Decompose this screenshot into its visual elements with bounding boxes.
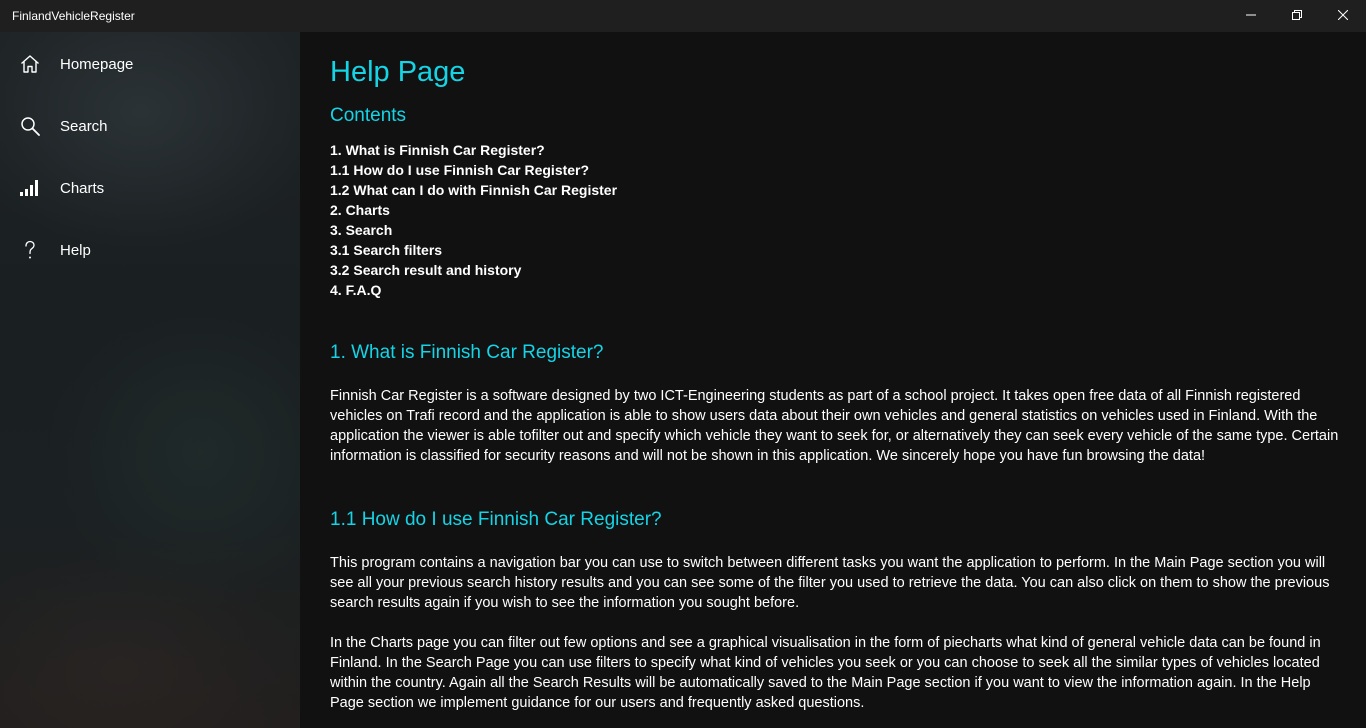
window-title: FinlandVehicleRegister: [12, 9, 135, 23]
toc-item: 3. Search: [330, 222, 393, 238]
help-page-content: Help Page Contents 1. What is Finnish Ca…: [300, 32, 1366, 728]
minimize-button[interactable]: [1228, 0, 1274, 32]
nav-label-homepage: Homepage: [60, 55, 134, 73]
restore-button[interactable]: [1274, 0, 1320, 32]
nav-label-charts: Charts: [60, 179, 105, 197]
question-icon: [20, 240, 40, 260]
nav-label-search: Search: [60, 117, 108, 135]
toc-item: 1. What is Finnish Car Register?: [330, 142, 545, 158]
toc-item: 2. Charts: [330, 202, 390, 218]
minimize-icon: [1246, 7, 1256, 25]
toc-item: 3.1 Search filters: [330, 242, 443, 258]
contents-heading: Contents: [330, 105, 407, 126]
nav-label-help: Help: [60, 241, 91, 259]
nav-item-charts[interactable]: Charts: [0, 166, 300, 210]
restore-icon: [1292, 7, 1302, 25]
search-icon: [20, 116, 40, 136]
section-paragraph: Finnish Car Register is a software desig…: [330, 388, 1339, 464]
close-button[interactable]: [1320, 0, 1366, 32]
toc-item: 4. F.A.Q: [330, 282, 382, 298]
signal-bars-icon: [20, 178, 40, 198]
toc-item: 3.2 Search result and history: [330, 262, 522, 278]
section-heading-what-is: 1. What is Finnish Car Register?: [330, 342, 604, 363]
table-of-contents: 1. What is Finnish Car Register? 1.1 How…: [330, 140, 617, 300]
navigation-pane: Homepage Search Charts Help: [0, 32, 300, 728]
toc-item: 1.2 What can I do with Finnish Car Regis…: [330, 182, 618, 198]
section-heading-how-to-use: 1.1 How do I use Finnish Car Register?: [330, 509, 662, 530]
nav-item-help[interactable]: Help: [0, 228, 300, 272]
toc-item: 1.1 How do I use Finnish Car Register?: [330, 162, 590, 178]
home-icon: [20, 54, 40, 74]
section-paragraph: In the Charts page you can filter out fe…: [330, 635, 1321, 711]
section-paragraph: This program contains a navigation bar y…: [330, 555, 1330, 611]
title-bar: FinlandVehicleRegister: [0, 0, 1366, 32]
app-window: FinlandVehicleRegister Homepage Search C…: [0, 0, 1366, 728]
page-title: Help Page: [330, 56, 466, 88]
nav-item-search[interactable]: Search: [0, 104, 300, 148]
nav-item-homepage[interactable]: Homepage: [0, 42, 300, 86]
close-icon: [1337, 7, 1349, 25]
